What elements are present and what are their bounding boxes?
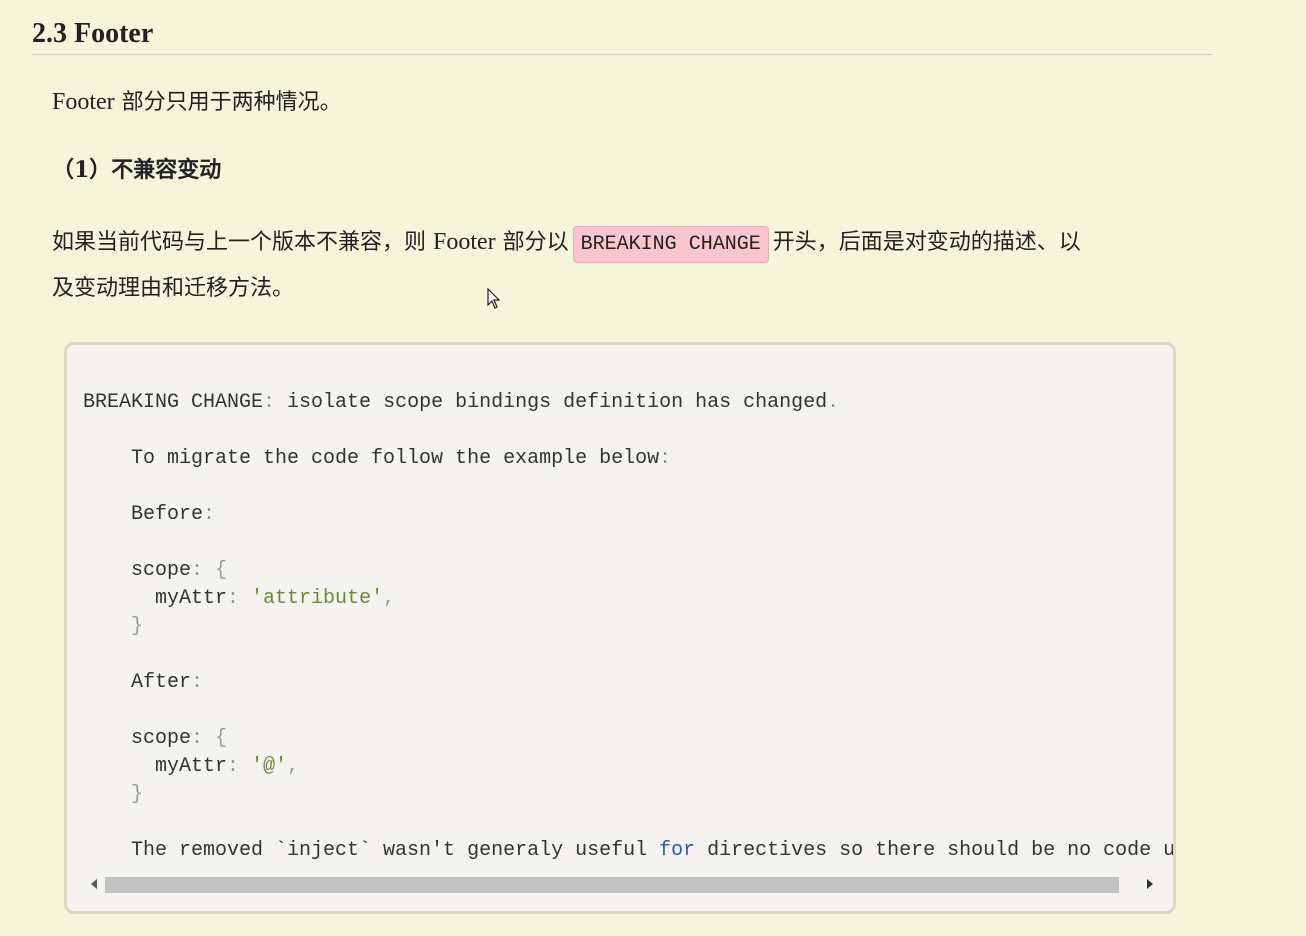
code-line: scope: { (83, 727, 228, 750)
code-line: The removed `inject` wasn't generaly use… (83, 839, 1176, 862)
breaking-text-1: 如果当前代码与上一个版本不兼容，则 (52, 230, 433, 255)
heading-divider (32, 54, 1212, 55)
code-line: } (83, 615, 144, 638)
breaking-footer-word: Footer (433, 229, 496, 255)
horizontal-scrollbar[interactable] (85, 873, 1165, 895)
code-line: myAttr: 'attribute', (83, 587, 396, 610)
subheading-breaking: （1）不兼容变动 (52, 157, 222, 183)
intro-text: 部分只用于两种情况。 (114, 90, 342, 115)
intro-paragraph: Footer 部分只用于两种情况。 (52, 80, 342, 125)
inline-code-breaking-change: BREAKING CHANGE (572, 226, 769, 263)
code-line: } (83, 783, 144, 806)
code-line: To migrate the code follow the example b… (83, 447, 672, 470)
code-line: After: (83, 671, 204, 694)
breaking-text-3: 开头，后面是对变动的描述、以 (772, 230, 1081, 255)
section-heading: 2.3 Footer (32, 18, 154, 49)
code-line: Before: (83, 503, 216, 526)
code-line: BREAKING CHANGE: isolate scope bindings … (83, 391, 840, 414)
arrow-left-icon[interactable] (91, 879, 97, 889)
code-line: scope: { (83, 559, 228, 582)
breaking-paragraph: 如果当前代码与上一个版本不兼容，则 Footer 部分以 BREAKING CHA… (52, 220, 1212, 311)
code-line: myAttr: '@', (83, 755, 300, 778)
code-content: BREAKING CHANGE: isolate scope bindings … (83, 389, 1176, 865)
breaking-text-2: 部分以 (495, 230, 569, 255)
code-block[interactable]: BREAKING CHANGE: isolate scope bindings … (64, 342, 1176, 914)
breaking-text-line2: 及变动理由和迁移方法。 (52, 276, 295, 301)
arrow-right-icon[interactable] (1147, 879, 1153, 889)
scrollbar-thumb[interactable] (105, 877, 1119, 893)
intro-footer-word: Footer (52, 89, 115, 115)
mouse-pointer-icon (487, 288, 501, 309)
